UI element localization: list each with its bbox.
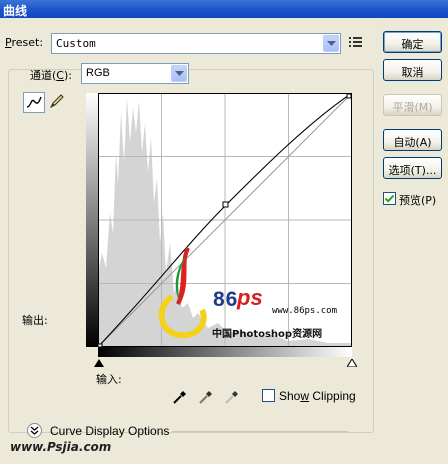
logo-yellow-swoosh bbox=[158, 294, 207, 339]
preview-label: 预览(P) bbox=[399, 194, 437, 207]
show-clipping-text-pre: Sho bbox=[279, 389, 301, 403]
white-point-slider[interactable] bbox=[347, 359, 357, 367]
cancel-button[interactable]: 取消 bbox=[383, 59, 442, 81]
smooth-button[interactable]: 平滑(M) bbox=[383, 94, 442, 116]
preset-select[interactable]: Custom bbox=[51, 33, 341, 54]
curve-point-tool-button[interactable] bbox=[23, 92, 45, 113]
output-label: 输出: bbox=[22, 314, 48, 327]
channel-value: RGB bbox=[86, 67, 110, 79]
curve-endpoint-black[interactable] bbox=[98, 343, 103, 347]
preset-label-rest: reset: bbox=[11, 36, 44, 49]
chevron-down-icon[interactable] bbox=[323, 35, 339, 52]
preset-value: Custom bbox=[56, 37, 96, 50]
pencil-icon bbox=[49, 94, 64, 109]
preset-label: Preset: bbox=[5, 36, 43, 49]
show-clipping-checkbox[interactable] bbox=[262, 389, 275, 402]
checkmark-icon bbox=[384, 194, 395, 203]
curve-display-options-label: Curve Display Options bbox=[50, 424, 170, 438]
show-clipping-text-post: Clipping bbox=[309, 389, 356, 403]
channel-label-post: ): bbox=[63, 69, 72, 82]
auto-button[interactable]: 自动(A) bbox=[383, 129, 442, 151]
curve-control-point[interactable] bbox=[222, 201, 229, 208]
black-eyedropper-icon[interactable] bbox=[171, 388, 189, 406]
channel-label-pre: 通道( bbox=[30, 69, 57, 82]
output-gradient-bar bbox=[86, 93, 98, 347]
watermark-site-name: 中国Photoshop资源网 bbox=[212, 329, 323, 340]
pencil-tool-button[interactable] bbox=[47, 92, 69, 113]
preview-checkbox[interactable] bbox=[383, 192, 396, 205]
channel-select[interactable]: RGB bbox=[81, 63, 189, 84]
channel-label: 通道(C): bbox=[30, 67, 72, 83]
show-clipping-mnemonic: w bbox=[300, 389, 310, 403]
chevron-down-icon[interactable] bbox=[171, 65, 187, 82]
preset-options-icon[interactable] bbox=[349, 36, 363, 51]
gray-eyedropper-icon[interactable] bbox=[197, 388, 215, 406]
ok-button[interactable]: 确定 bbox=[383, 31, 442, 53]
watermark-logo-letter: ps bbox=[237, 285, 263, 310]
curve-icon bbox=[26, 96, 42, 108]
double-chevron-down-icon bbox=[30, 426, 39, 435]
watermark-logo-number: 86 bbox=[213, 288, 239, 311]
input-gradient-bar bbox=[98, 347, 352, 357]
expand-options-button[interactable] bbox=[27, 423, 42, 438]
show-clipping-label: Show Clipping bbox=[279, 389, 356, 403]
options-divider bbox=[172, 431, 348, 432]
channel-label-mnemonic: C bbox=[56, 69, 64, 82]
curve-endpoint-white[interactable] bbox=[346, 93, 352, 99]
black-point-slider[interactable] bbox=[94, 359, 104, 367]
window-title: 曲线 bbox=[0, 0, 448, 18]
white-eyedropper-icon[interactable] bbox=[223, 388, 241, 406]
options-button[interactable]: 选项(T)... bbox=[383, 157, 442, 179]
input-label: 输入: bbox=[96, 373, 122, 386]
watermark-url: www.86ps.com bbox=[272, 306, 338, 316]
footer-watermark-url: www.Psjia.com bbox=[10, 440, 112, 454]
logo-red-leaf bbox=[176, 247, 190, 305]
